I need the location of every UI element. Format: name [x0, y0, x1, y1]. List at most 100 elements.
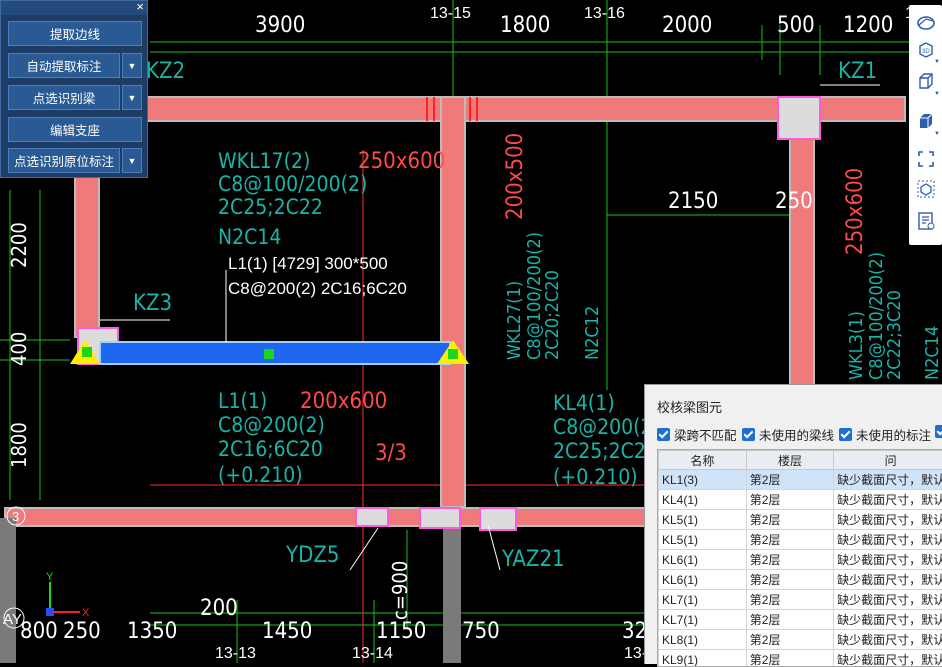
- cell-issue: 缺少截面尺寸，默认: [834, 610, 942, 630]
- axis-bottom-13-14: 13-14: [352, 645, 393, 662]
- chevron-down-icon[interactable]: ▼: [122, 148, 142, 173]
- cell-issue: 缺少截面尺寸，默认: [834, 530, 942, 550]
- table-row[interactable]: KL6(1)第2层缺少截面尺寸，默认: [659, 550, 942, 570]
- cell-issue: 缺少截面尺寸，默认: [834, 550, 942, 570]
- solid-cube-icon[interactable]: [914, 109, 938, 133]
- col-label-kz1: KZ1: [838, 59, 877, 84]
- cell-floor: 第2层: [746, 650, 833, 667]
- wkl17-line2: C8@100/200(2): [218, 172, 367, 196]
- dynamic-observe-icon[interactable]: [914, 11, 938, 35]
- checkbox-more[interactable]: [935, 425, 942, 438]
- axis-top-13-15: 13-15: [430, 5, 471, 22]
- cell-name: KL9(1): [659, 650, 747, 667]
- table-row[interactable]: KL1(3)第2层缺少截面尺寸，默认: [659, 470, 942, 490]
- cell-issue: 缺少截面尺寸，默认: [834, 510, 942, 530]
- cell-issue: 缺少截面尺寸，默认: [834, 470, 942, 490]
- close-icon[interactable]: ×: [136, 0, 144, 14]
- view-select-icon[interactable]: [914, 177, 938, 201]
- cube-view-icon[interactable]: [914, 69, 938, 93]
- axis-top-13-16: 13-16: [584, 5, 625, 22]
- column-header-issue[interactable]: 问: [834, 451, 942, 470]
- wkl3-line3: 2C22;3C20: [884, 290, 905, 380]
- chevron-down-icon[interactable]: ▼: [122, 85, 142, 110]
- checkbox-unused-annotations[interactable]: 未使用的标注: [839, 425, 931, 444]
- cell-floor: 第2层: [746, 590, 833, 610]
- chevron-down-icon[interactable]: ▼: [122, 53, 142, 78]
- edit-support-button[interactable]: 编辑支座: [8, 117, 142, 142]
- checkbox-label: 梁跨不匹配: [674, 425, 737, 444]
- table-row[interactable]: KL7(1)第2层缺少截面尺寸，默认: [659, 590, 942, 610]
- chevron-down-icon[interactable]: ▼: [934, 91, 940, 97]
- pick-recognize-original-annotation-button[interactable]: 点选识别原位标注: [8, 148, 120, 173]
- wkl3-line1: WKL3(1): [846, 311, 867, 380]
- cell-name: KL8(1): [659, 630, 747, 650]
- ay-label: AY: [3, 611, 22, 628]
- wkl17-line4: N2C14: [218, 225, 281, 249]
- cell-floor: 第2层: [746, 490, 833, 510]
- cell-issue: 缺少截面尺寸，默认: [834, 630, 942, 650]
- wkl17-line1: WKL17(2): [218, 149, 310, 173]
- checkbox-checked-icon[interactable]: [657, 428, 670, 441]
- checkbox-checked-icon[interactable]: [935, 425, 942, 438]
- dim-250: 250: [775, 189, 813, 214]
- axis-bottom-13-13: 13-13: [215, 645, 256, 662]
- beam-recognition-panel: × 提取边线 自动提取标注 ▼ 点选识别梁 ▼ 编辑支座 点选识别原位标注 ▼: [0, 0, 148, 178]
- cell-name: KL5(1): [659, 510, 747, 530]
- cell-name: KL7(1): [659, 590, 747, 610]
- table-header-row: 名称 楼层 问: [659, 451, 942, 470]
- panel-titlebar[interactable]: ×: [1, 1, 147, 15]
- chevron-down-icon[interactable]: ▼: [934, 131, 940, 137]
- table-row[interactable]: KL5(1)第2层缺少截面尺寸，默认: [659, 510, 942, 530]
- dim-bottom-7: 750: [462, 619, 500, 644]
- cell-name: KL7(1): [659, 610, 747, 630]
- wkl3-line4: N2C14: [922, 326, 942, 380]
- selected-beam-l1[interactable]: [100, 342, 450, 364]
- dim-left-1: 2200: [7, 222, 31, 268]
- wkl27-line3: 2C20;2C20: [542, 270, 563, 360]
- dim-top-5: 1200: [843, 13, 893, 38]
- cell-floor: 第2层: [746, 530, 833, 550]
- ucs-y-label: Y: [46, 571, 54, 583]
- pick-recognize-beam-button[interactable]: 点选识别梁: [8, 85, 120, 110]
- kl4-line4: (+0.210): [553, 465, 638, 489]
- auto-extract-annotation-button[interactable]: 自动提取标注: [8, 53, 120, 78]
- table-row[interactable]: KL9(1)第2层缺少截面尺寸，默认: [659, 650, 942, 667]
- table-row[interactable]: KL4(1)第2层缺少截面尺寸，默认: [659, 490, 942, 510]
- dim-left-3: 1800: [7, 422, 31, 468]
- table-row[interactable]: KL8(1)第2层缺少截面尺寸，默认: [659, 630, 942, 650]
- col-label-kz2: KZ2: [146, 59, 185, 84]
- dim-top-1: 3900: [255, 13, 305, 38]
- fraction-3-3: 3/3: [375, 441, 407, 466]
- size-250x600-vertical: 250x600: [843, 168, 868, 255]
- cell-issue: 缺少截面尺寸，默认: [834, 650, 942, 667]
- dim-left-2: 400: [7, 332, 31, 366]
- view-toolbar: 3D ▼ ▼ ▼: [909, 5, 942, 245]
- ucs-icon: [46, 582, 80, 616]
- dim-bottom-6: 1150: [376, 619, 426, 644]
- table-row[interactable]: KL7(1)第2层缺少截面尺寸，默认: [659, 610, 942, 630]
- property-list-icon[interactable]: [914, 209, 938, 233]
- checkbox-unused-beam-lines[interactable]: 未使用的梁线: [742, 425, 834, 444]
- table-row[interactable]: KL5(1)第2层缺少截面尺寸，默认: [659, 530, 942, 550]
- col-label-ydz5: YDZ5: [285, 543, 339, 568]
- check-beam-dialog: 校核梁图元 梁跨不匹配 未使用的梁线 未使用的标注 名称 楼层 问 KL1(3)…: [644, 384, 942, 664]
- check-result-table[interactable]: 名称 楼层 问 KL1(3)第2层缺少截面尺寸，默认 KL4(1)第2层缺少截面…: [657, 449, 942, 667]
- cell-issue: 缺少截面尺寸，默认: [834, 570, 942, 590]
- checkbox-label: 未使用的梁线: [759, 425, 834, 444]
- column-header-floor[interactable]: 楼层: [746, 451, 833, 470]
- checkbox-span-mismatch[interactable]: 梁跨不匹配: [657, 425, 737, 444]
- column-header-name[interactable]: 名称: [659, 451, 747, 470]
- cell-floor: 第2层: [746, 570, 833, 590]
- c-900-label: c=900: [388, 561, 412, 620]
- fullscreen-icon[interactable]: [914, 147, 938, 171]
- checkbox-checked-icon[interactable]: [839, 428, 852, 441]
- kl4-line1: KL4(1): [553, 391, 615, 415]
- checkbox-checked-icon[interactable]: [742, 428, 755, 441]
- cell-issue: 缺少截面尺寸，默认: [834, 590, 942, 610]
- chevron-down-icon[interactable]: ▼: [934, 59, 940, 65]
- extract-edge-button[interactable]: 提取边线: [8, 21, 142, 46]
- dim-top-4: 500: [777, 13, 815, 38]
- table-row[interactable]: KL6(1)第2层缺少截面尺寸，默认: [659, 570, 942, 590]
- svg-text:3D: 3D: [922, 49, 930, 55]
- dim-bottom-2: 250: [63, 619, 101, 644]
